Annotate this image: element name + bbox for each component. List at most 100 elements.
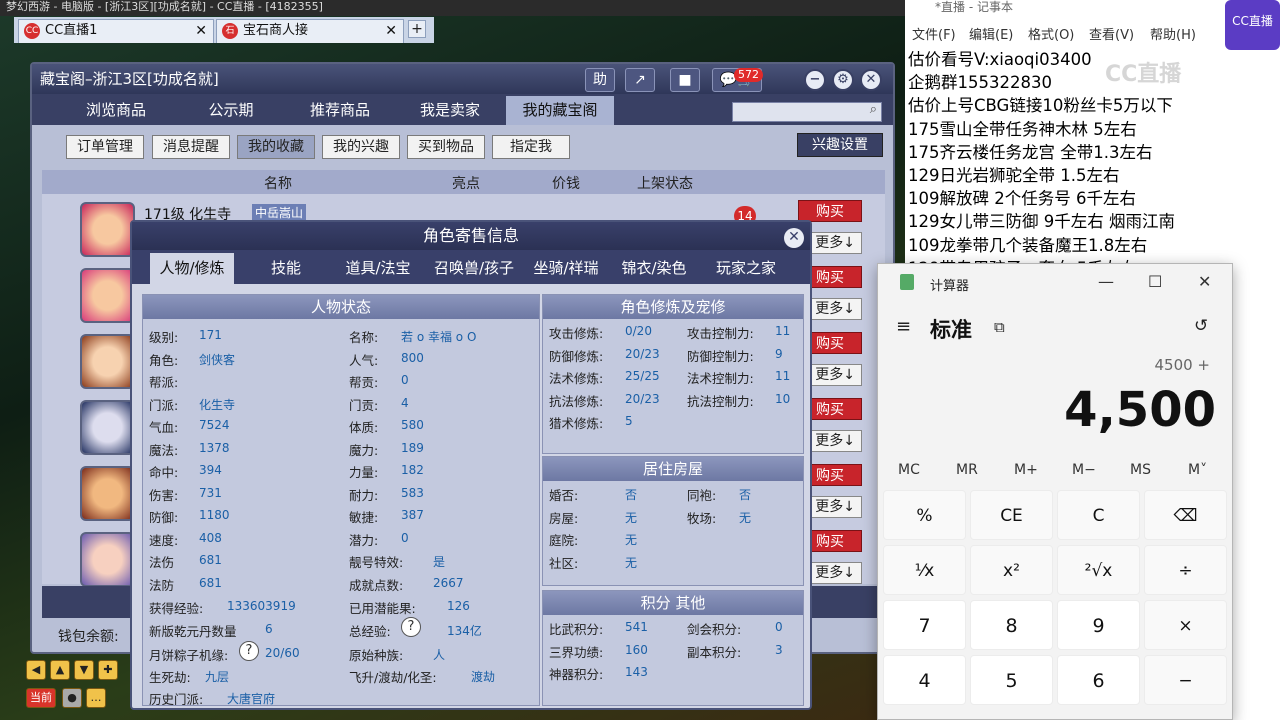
- memory-button-0[interactable]: MC: [898, 462, 920, 478]
- notepad-line[interactable]: 企鹅群155322830: [908, 69, 1052, 93]
- avatar[interactable]: [80, 532, 135, 587]
- tab-home[interactable]: 玩家之家: [702, 253, 790, 284]
- search-icon[interactable]: ⌕: [870, 102, 877, 117]
- keep-on-top-icon[interactable]: ⧉: [994, 318, 1005, 336]
- role-sale-dialog: 角色寄售信息 ✕ 人物/修炼 技能 道具/法宝 召唤兽/孩子 坐骑/祥瑞 锦衣/…: [130, 220, 812, 710]
- menu-format[interactable]: 格式(O): [1028, 24, 1074, 43]
- calc-key-1[interactable]: CE: [970, 490, 1053, 540]
- mic-icon[interactable]: ●: [62, 688, 82, 708]
- my-interests-button[interactable]: 我的兴趣: [322, 135, 400, 159]
- tab-public[interactable]: 公示期: [177, 96, 285, 125]
- arrow-up-icon[interactable]: ▲: [50, 660, 70, 680]
- calc-key-13[interactable]: 5: [970, 655, 1053, 705]
- wallet-label: 钱包余额:: [58, 629, 119, 645]
- memory-button-2[interactable]: M+: [1014, 462, 1038, 478]
- stat-label: 力量:: [349, 465, 379, 480]
- calculator-display: 4,500: [1064, 382, 1216, 438]
- buy-button[interactable]: 购买: [798, 200, 862, 222]
- menu-edit[interactable]: 编辑(E): [969, 24, 1013, 43]
- browser-tab-cc[interactable]: CC CC直播1 ✕: [18, 19, 214, 43]
- close-icon[interactable]: ✕: [1198, 272, 1211, 291]
- tab-mounts[interactable]: 坐骑/祥瑞: [522, 253, 610, 284]
- bought-items-button[interactable]: 买到物品: [407, 135, 485, 159]
- memory-button-4[interactable]: MS: [1130, 462, 1151, 478]
- minimize-button[interactable]: −: [804, 69, 826, 91]
- menu-view[interactable]: 查看(V): [1089, 24, 1134, 43]
- tab-person[interactable]: 人物/修炼: [150, 253, 234, 284]
- calc-key-2[interactable]: C: [1057, 490, 1140, 540]
- stop-button[interactable]: ■: [670, 68, 700, 92]
- row-label: 法术修炼:: [549, 371, 604, 386]
- tab-pets[interactable]: 召唤兽/孩子: [426, 253, 522, 284]
- tab-my-cbg[interactable]: 我的藏宝阁: [506, 96, 614, 125]
- calc-key-8[interactable]: 7: [883, 600, 966, 650]
- history-icon[interactable]: ↺: [1194, 316, 1208, 336]
- assigned-me-button[interactable]: 指定我: [492, 135, 570, 159]
- arrow-down-icon[interactable]: ▼: [74, 660, 94, 680]
- menu-icon[interactable]: ≡: [896, 316, 911, 337]
- tab-items[interactable]: 道具/法宝: [334, 253, 422, 284]
- help-icon[interactable]: ?: [401, 617, 421, 637]
- share-button[interactable]: ↗: [625, 68, 655, 92]
- notepad-line[interactable]: 175雪山全带任务神木林 5左右: [908, 116, 1137, 140]
- calc-key-11[interactable]: ×: [1144, 600, 1227, 650]
- calc-key-3[interactable]: ⌫: [1144, 490, 1227, 540]
- notepad-line[interactable]: 175齐云楼任务龙宫 全带1.3左右: [908, 139, 1152, 163]
- calc-key-14[interactable]: 6: [1057, 655, 1140, 705]
- avatar[interactable]: [80, 202, 135, 257]
- menu-help[interactable]: 帮助(H): [1150, 24, 1196, 43]
- notepad-line[interactable]: 估价看号V:xiaoqi03400: [908, 46, 1092, 70]
- calc-key-4[interactable]: ¹⁄x: [883, 545, 966, 595]
- avatar[interactable]: [80, 334, 135, 389]
- menu-file[interactable]: 文件(F): [912, 24, 956, 43]
- notepad-line[interactable]: 129女儿带三防御 9千左右 烟雨江南: [908, 208, 1175, 232]
- move-icon[interactable]: ✚: [98, 660, 118, 680]
- current-channel-button[interactable]: 当前: [26, 688, 56, 708]
- calc-key-0[interactable]: %: [883, 490, 966, 540]
- memory-button-3[interactable]: M−: [1072, 462, 1096, 478]
- memory-button-1[interactable]: MR: [956, 462, 978, 478]
- close-button[interactable]: ✕: [860, 69, 882, 91]
- close-icon[interactable]: ✕: [385, 20, 397, 42]
- calc-key-12[interactable]: 4: [883, 655, 966, 705]
- notepad-line[interactable]: 129日光岩狮驼全带 1.5左右: [908, 162, 1119, 186]
- help-button[interactable]: 助: [585, 68, 615, 92]
- stat-value: 剑侠客: [199, 352, 236, 367]
- help-icon[interactable]: ?: [239, 641, 259, 661]
- settings-button[interactable]: ⚙: [832, 69, 854, 91]
- maximize-icon[interactable]: ☐: [1148, 272, 1162, 291]
- notepad-line[interactable]: 109解放碑 2个任务号 6千左右: [908, 185, 1136, 209]
- notepad-line[interactable]: 109龙拳带几个装备魔王1.8左右: [908, 232, 1147, 256]
- order-manage-button[interactable]: 订单管理: [66, 135, 144, 159]
- row-value: 无: [625, 555, 638, 570]
- chat-icon[interactable]: …: [86, 688, 106, 708]
- add-tab-button[interactable]: +: [408, 20, 426, 38]
- avatar[interactable]: [80, 466, 135, 521]
- calc-key-10[interactable]: 9: [1057, 600, 1140, 650]
- calc-key-15[interactable]: −: [1144, 655, 1227, 705]
- calc-key-9[interactable]: 8: [970, 600, 1053, 650]
- tab-skills[interactable]: 技能: [242, 253, 330, 284]
- arrow-left-icon[interactable]: ◀: [26, 660, 46, 680]
- close-icon[interactable]: ✕: [784, 228, 804, 248]
- browser-tab-gem[interactable]: 石 宝石商人接 ✕: [216, 19, 404, 43]
- calc-key-7[interactable]: ÷: [1144, 545, 1227, 595]
- close-icon[interactable]: ✕: [195, 20, 207, 42]
- memory-button-5[interactable]: M˅: [1188, 462, 1207, 478]
- minimize-icon[interactable]: —: [1098, 272, 1114, 291]
- tab-recommend[interactable]: 推荐商品: [286, 96, 394, 125]
- calc-key-6[interactable]: ²√x: [1057, 545, 1140, 595]
- avatar[interactable]: [80, 268, 135, 323]
- my-favorites-button[interactable]: 我的收藏: [237, 135, 315, 159]
- message-remind-button[interactable]: 消息提醒: [152, 135, 230, 159]
- tab-seller[interactable]: 我是卖家: [396, 96, 504, 125]
- avatar[interactable]: [80, 400, 135, 455]
- search-input[interactable]: ⌕: [732, 102, 882, 122]
- tab-outfits[interactable]: 锦衣/染色: [610, 253, 698, 284]
- tab-browse[interactable]: 浏览商品: [62, 96, 170, 125]
- notepad-line[interactable]: 估价上号CBG链接10粉丝卡5万以下: [908, 92, 1173, 116]
- gem-icon: 石: [222, 23, 238, 39]
- interest-settings-button[interactable]: 兴趣设置: [797, 133, 883, 157]
- col-price: 价钱: [552, 176, 580, 192]
- calc-key-5[interactable]: x²: [970, 545, 1053, 595]
